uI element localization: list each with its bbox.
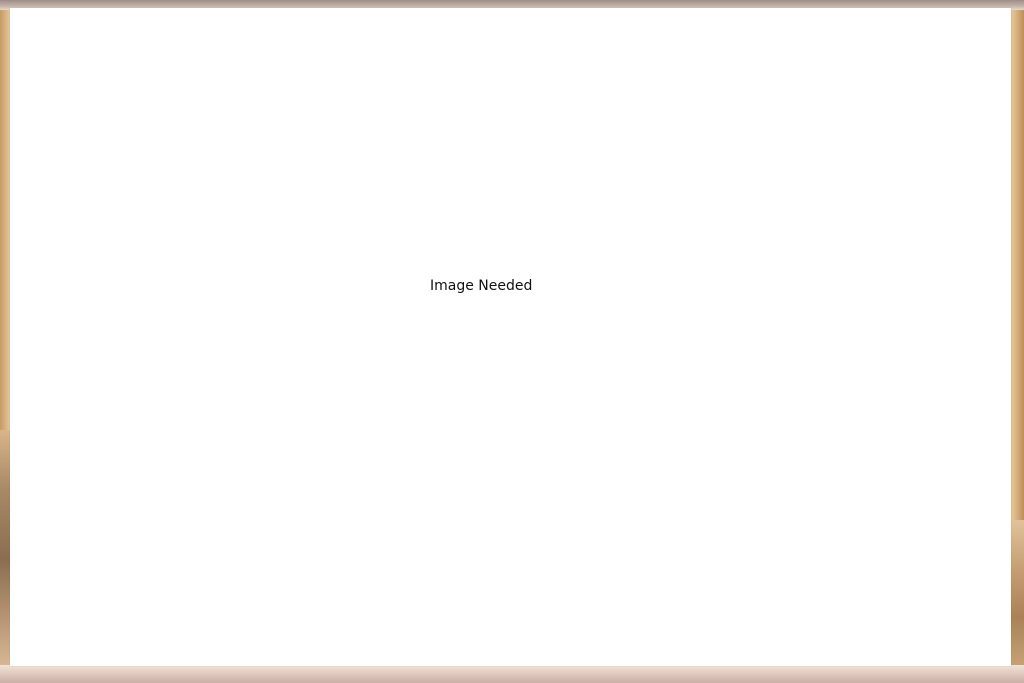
image-needed-label: Image Needed	[430, 278, 533, 294]
backdrop-left-edge	[0, 430, 10, 665]
backdrop-right-edge	[1011, 520, 1024, 670]
backdrop-bottom-edge	[0, 665, 1024, 683]
image-placeholder-card: Image Needed	[10, 8, 1011, 666]
